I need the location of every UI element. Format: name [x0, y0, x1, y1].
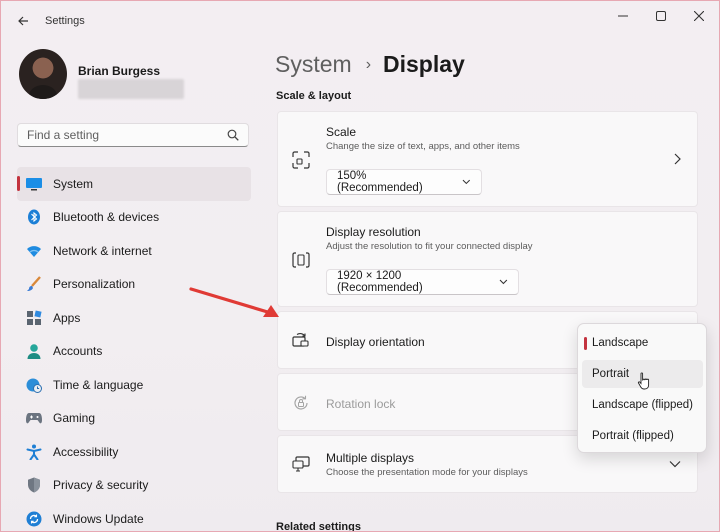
scale-description: Change the size of text, apps, and other…	[326, 141, 520, 152]
globe-clock-icon	[26, 377, 42, 393]
sidebar-item-label: Time & language	[53, 377, 144, 392]
chevron-down-icon	[499, 279, 508, 285]
breadcrumb: System › Display	[275, 51, 465, 78]
close-button[interactable]	[681, 7, 717, 25]
person-icon	[26, 343, 42, 360]
maximize-button[interactable]	[643, 7, 679, 25]
gamepad-icon	[26, 410, 42, 426]
menu-item-label: Portrait	[592, 368, 630, 380]
search-input[interactable]	[27, 127, 217, 143]
sidebar-item-label: Accessibility	[53, 444, 119, 459]
system-icon	[26, 176, 42, 192]
multiple-displays-icon	[292, 456, 310, 472]
sidebar-item-label: Accounts	[53, 344, 103, 359]
wifi-icon	[26, 243, 42, 259]
chevron-down-icon	[462, 179, 471, 185]
orientation-icon	[292, 333, 309, 347]
accessibility-icon	[26, 444, 42, 460]
chevron-right-icon[interactable]	[673, 153, 681, 165]
sidebar-item-label: Bluetooth & devices	[53, 210, 160, 225]
resolution-icon	[292, 252, 310, 268]
multiple-displays-description: Choose the presentation mode for your di…	[326, 467, 528, 478]
update-icon	[26, 511, 42, 527]
brush-icon	[26, 276, 42, 292]
rotation-lock-icon	[294, 395, 308, 410]
shield-icon	[26, 477, 42, 493]
display-resolution-description: Adjust the resolution to fit your connec…	[326, 241, 533, 252]
back-arrow-icon	[18, 16, 28, 26]
scale-card[interactable]: Scale Change the size of text, apps, and…	[277, 111, 698, 207]
menu-item-portrait-flipped[interactable]: Portrait (flipped)	[582, 422, 703, 450]
sidebar-item-label: Gaming	[53, 411, 96, 426]
sidebar-item-label: Personalization	[53, 277, 136, 292]
minimize-icon	[618, 15, 628, 17]
display-resolution-dropdown[interactable]: 1920 × 1200 (Recommended)	[326, 269, 519, 295]
related-settings-title: Related settings	[276, 521, 361, 532]
menu-item-landscape[interactable]: Landscape	[582, 329, 703, 357]
section-title-scale-layout: Scale & layout	[276, 90, 352, 102]
close-icon	[694, 11, 704, 21]
profile-name: Brian Burgess	[78, 64, 161, 78]
back-button[interactable]	[13, 11, 33, 31]
search-box[interactable]	[17, 123, 249, 147]
menu-item-label: Landscape (flipped)	[592, 399, 694, 411]
display-resolution-dropdown-value: 1920 × 1200 (Recommended)	[337, 270, 423, 294]
sidebar-nav: System Bluetooth & devices Network & int…	[17, 167, 251, 531]
avatar[interactable]	[19, 49, 67, 99]
bluetooth-icon	[26, 209, 42, 225]
sidebar-item-network[interactable]: Network & internet	[17, 234, 251, 268]
menu-item-label: Portrait (flipped)	[592, 430, 674, 442]
app-title: Settings	[45, 15, 85, 27]
title-bar: Settings	[1, 1, 719, 41]
minimize-button[interactable]	[605, 7, 641, 25]
sidebar-item-system[interactable]: System	[17, 167, 251, 201]
apps-icon	[26, 310, 42, 326]
display-resolution-title: Display resolution	[326, 225, 421, 239]
page-title: Display	[383, 51, 465, 77]
breadcrumb-parent[interactable]: System	[275, 51, 352, 78]
sidebar-item-label: Windows Update	[53, 511, 144, 526]
scale-icon	[292, 151, 310, 169]
multiple-displays-title: Multiple displays	[326, 451, 415, 465]
sidebar-item-windows-update[interactable]: Windows Update	[17, 502, 251, 531]
sidebar-item-label: System	[53, 176, 94, 191]
breadcrumb-separator: ›	[365, 55, 372, 73]
scale-title: Scale	[326, 125, 357, 139]
display-orientation-title: Display orientation	[326, 335, 425, 349]
menu-item-landscape-flipped[interactable]: Landscape (flipped)	[582, 391, 703, 419]
sidebar-item-privacy-security[interactable]: Privacy & security	[17, 469, 251, 503]
settings-window: Settings Brian Burgess System Blue	[0, 0, 720, 532]
profile-email-redacted	[78, 79, 184, 99]
chevron-down-icon[interactable]	[669, 460, 681, 468]
mouse-cursor-icon	[637, 372, 650, 390]
sidebar-item-accounts[interactable]: Accounts	[17, 335, 251, 369]
sidebar-item-label: Apps	[53, 310, 81, 325]
sidebar-item-label: Network & internet	[53, 243, 152, 258]
search-icon	[227, 129, 239, 141]
scale-dropdown[interactable]: 150% (Recommended)	[326, 169, 482, 195]
sidebar-item-gaming[interactable]: Gaming	[17, 402, 251, 436]
sidebar-item-bluetooth[interactable]: Bluetooth & devices	[17, 201, 251, 235]
menu-item-label: Landscape	[592, 337, 649, 349]
rotation-lock-title: Rotation lock	[326, 397, 396, 411]
maximize-icon	[656, 11, 666, 21]
sidebar-item-label: Privacy & security	[53, 478, 149, 493]
sidebar-item-time-language[interactable]: Time & language	[17, 368, 251, 402]
annotation-arrow-icon	[189, 287, 279, 317]
display-resolution-card: Display resolution Adjust the resolution…	[277, 211, 698, 307]
sidebar-item-accessibility[interactable]: Accessibility	[17, 435, 251, 469]
scale-dropdown-value: 150% (Recommended)	[337, 170, 423, 194]
